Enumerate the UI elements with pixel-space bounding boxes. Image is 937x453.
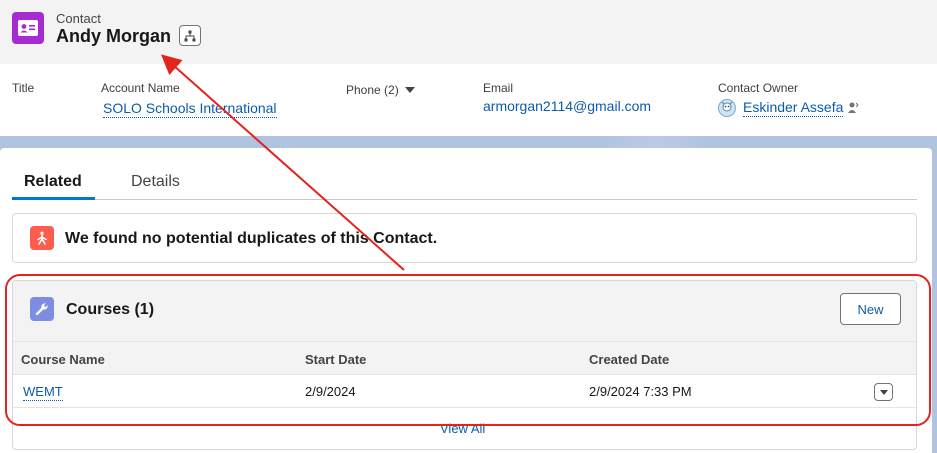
tab-related[interactable]: Related (24, 173, 82, 191)
contact-owner-link[interactable]: Eskinder Assefa (743, 99, 844, 117)
hierarchy-button[interactable] (179, 25, 201, 46)
courses-header: Courses (1) New (13, 281, 916, 341)
user-avatar-icon (718, 99, 736, 117)
column-header-course-name[interactable]: Course Name (21, 352, 105, 367)
highlights-panel: Title Account Name SOLO Schools Internat… (0, 64, 937, 136)
chevron-down-icon (404, 86, 415, 93)
column-header-created-date[interactable]: Created Date (589, 352, 669, 367)
chevron-down-icon (879, 389, 888, 395)
active-tab-indicator (12, 197, 95, 200)
duplicates-message: We found no potential duplicates of this… (65, 230, 438, 247)
tab-details[interactable]: Details (131, 173, 180, 191)
duplicates-card: We found no potential duplicates of this… (12, 213, 917, 263)
row-actions-button[interactable] (874, 383, 893, 401)
phone-label: Phone (2) (346, 83, 399, 97)
table-row: WEMT 2/9/2024 2/9/2024 7:33 PM (13, 375, 916, 408)
wrench-icon (30, 297, 54, 321)
record-header: Contact Andy Morgan (0, 0, 937, 64)
account-name-link[interactable]: SOLO Schools International (103, 100, 277, 118)
email-label: Email (483, 81, 514, 95)
account-name-label: Account Name (101, 81, 180, 95)
email-link[interactable]: armorgan2114@gmail.com (483, 98, 651, 114)
start-date-cell: 2/9/2024 (305, 384, 356, 399)
tab-divider (12, 199, 917, 200)
phone-dropdown[interactable]: Phone (2) (346, 83, 415, 97)
course-name-link[interactable]: WEMT (23, 384, 63, 401)
change-owner-icon[interactable] (847, 101, 860, 115)
title-label: Title (12, 81, 35, 95)
object-type-label: Contact (56, 11, 101, 26)
record-name: Andy Morgan (56, 26, 171, 46)
duplicate-alert-icon (30, 226, 54, 250)
column-header-start-date[interactable]: Start Date (305, 352, 366, 367)
courses-title[interactable]: Courses (1) (66, 301, 154, 319)
contact-owner-label: Contact Owner (718, 81, 799, 95)
contact-card-icon (12, 12, 44, 44)
created-date-cell: 2/9/2024 7:33 PM (589, 384, 692, 399)
new-course-button[interactable]: New (840, 293, 901, 325)
view-all-link[interactable]: View All (440, 421, 485, 436)
hierarchy-icon (184, 30, 196, 41)
courses-column-headers: Course Name Start Date Created Date (13, 341, 916, 375)
